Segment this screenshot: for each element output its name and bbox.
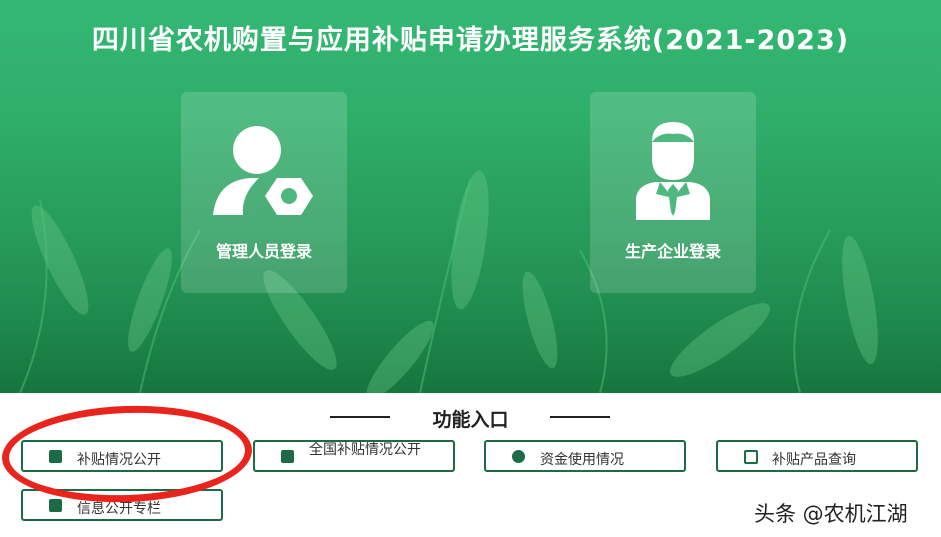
subsidy-public-label: 补贴情况公开 <box>77 452 161 468</box>
business-person-icon <box>636 122 710 220</box>
info-column-button[interactable]: 信息公开专栏 <box>21 489 223 521</box>
admin-login-card[interactable]: 管理人员登录 <box>181 92 347 293</box>
national-subsidy-button[interactable]: 全国补贴情况公开 <box>253 440 455 472</box>
page-title: 四川省农机购置与应用补贴申请办理服务系统(2021-2023) <box>91 25 850 56</box>
fund-usage-label: 资金使用情况 <box>540 452 624 468</box>
subsidy-public-button[interactable]: 补贴情况公开 <box>21 440 223 472</box>
document-icon <box>49 499 62 512</box>
subsidy-icon <box>49 450 62 463</box>
watermark-text: 头条 @农机江湖 <box>754 502 908 526</box>
national-subsidy-icon <box>281 450 294 463</box>
admin-gear-icon <box>213 126 313 215</box>
product-query-button[interactable]: 补贴产品查询 <box>716 440 918 472</box>
admin-login-label: 管理人员登录 <box>215 242 312 261</box>
fund-usage-button[interactable]: 资金使用情况 <box>484 440 686 472</box>
national-subsidy-label: 全国补贴情况公开 <box>309 442 421 458</box>
search-doc-icon <box>744 450 758 464</box>
business-login-card[interactable]: 生产企业登录 <box>590 92 756 293</box>
hero-banner: 四川省农机购置与应用补贴申请办理服务系统(2021-2023) 管理人员登录 生… <box>0 0 941 393</box>
wheat-field-background <box>0 170 941 393</box>
heading-line-right <box>550 416 610 418</box>
functions-title: 功能入口 <box>432 409 509 431</box>
info-column-label: 信息公开专栏 <box>77 501 161 517</box>
functions-heading: 功能入口 <box>0 404 941 431</box>
product-query-label: 补贴产品查询 <box>772 452 856 468</box>
business-login-label: 生产企业登录 <box>624 242 721 261</box>
fund-icon <box>512 450 525 463</box>
